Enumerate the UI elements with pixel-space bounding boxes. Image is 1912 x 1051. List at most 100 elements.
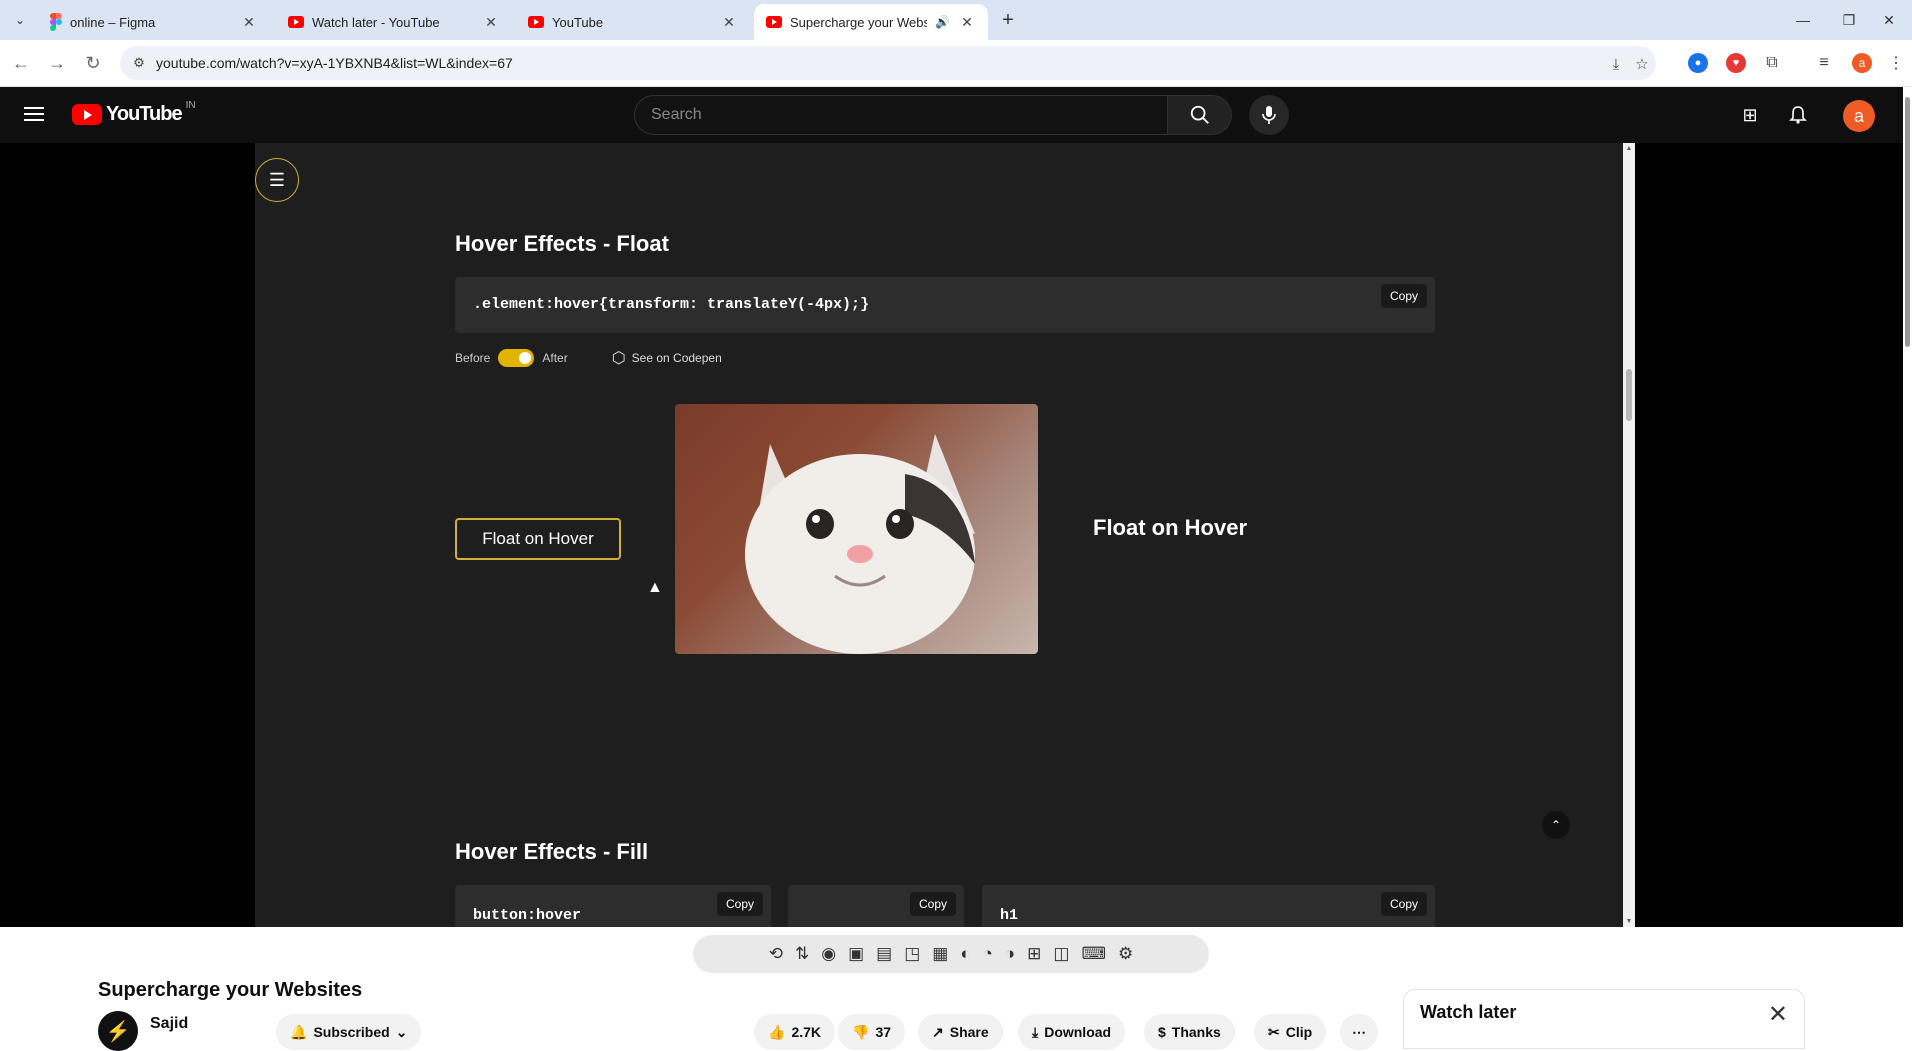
video-frame: ☰ Hover Effects - Float .element:hover{t… bbox=[255, 143, 1635, 927]
cat-image bbox=[675, 404, 1038, 654]
tab-title: online – Figma bbox=[70, 14, 156, 30]
copy-button: Copy bbox=[1380, 284, 1427, 308]
color-icon[interactable]: ◑ bbox=[1005, 944, 1015, 964]
download-button[interactable]: ⤓ Download bbox=[1018, 1014, 1126, 1050]
copy-button: Copy bbox=[716, 892, 763, 916]
forward-icon[interactable]: → bbox=[44, 50, 70, 76]
fill-code-block-3: h1 Copy bbox=[982, 885, 1435, 927]
extensions-puzzle-icon[interactable]: ⧉ bbox=[1762, 53, 1782, 73]
audio-broadcast-icon[interactable]: ◉ bbox=[821, 944, 836, 964]
guide-menu-icon[interactable] bbox=[22, 103, 46, 127]
page-scrollbar-thumb[interactable] bbox=[1905, 97, 1910, 347]
voice-search-button[interactable] bbox=[1249, 95, 1289, 135]
logo-text: YouTube bbox=[106, 103, 183, 125]
tab-title: Supercharge your Websites bbox=[790, 14, 928, 30]
close-icon[interactable]: ✕ bbox=[720, 14, 738, 31]
site-menu-icon: ☰ bbox=[255, 158, 299, 202]
shield-extension-icon[interactable]: ♥ bbox=[1726, 53, 1746, 73]
keyboard-icon[interactable]: ⌨ bbox=[1081, 944, 1106, 964]
subscribed-button[interactable]: 🔔 Subscribed ⌄ bbox=[276, 1014, 422, 1050]
search-input[interactable] bbox=[634, 95, 1168, 135]
reload-icon[interactable]: ↻ bbox=[80, 50, 106, 76]
site-info-icon[interactable]: ⚙ bbox=[130, 54, 148, 72]
like-button[interactable]: 👍 2.7K bbox=[754, 1014, 836, 1050]
tab-search-icon[interactable]: ⌄ bbox=[8, 8, 32, 32]
install-icon[interactable]: ⤓ bbox=[1606, 54, 1626, 74]
youtube-masthead: YouTube IN ⊞ a bbox=[0, 87, 1912, 143]
browser-menu-icon[interactable]: ⋮ bbox=[1886, 53, 1906, 73]
screenshot-camera-icon[interactable]: ◫ bbox=[1053, 944, 1069, 964]
tab-watch-later[interactable]: Watch later - YouTube ✕ bbox=[276, 4, 512, 40]
picture-in-picture-icon[interactable]: ▣ bbox=[848, 944, 864, 964]
tab-title: YouTube bbox=[552, 14, 604, 30]
speed-sort-icon[interactable]: ⇅ bbox=[795, 944, 809, 964]
youtube-logo[interactable]: YouTube IN bbox=[72, 100, 196, 126]
browser-tab-strip: ⌄ online – Figma ✕ Watch later - YouTube… bbox=[0, 0, 1912, 40]
inner-scrollbar-thumb bbox=[1626, 369, 1632, 421]
back-icon[interactable]: ← bbox=[8, 50, 34, 76]
scroll-to-top-icon: ⌃ bbox=[1542, 811, 1570, 839]
settings-gear-icon[interactable]: ⚙ bbox=[1118, 944, 1133, 964]
country-code: IN bbox=[185, 100, 196, 111]
mouse-cursor-icon: ▲ bbox=[647, 579, 663, 596]
filter-icon[interactable]: ◐ bbox=[960, 944, 970, 964]
search-box bbox=[634, 95, 1232, 135]
video-player[interactable]: ☰ Hover Effects - Float .element:hover{t… bbox=[0, 143, 1903, 927]
search-button[interactable] bbox=[1168, 95, 1232, 135]
minimize-icon[interactable]: — bbox=[1780, 8, 1826, 32]
dislike-button[interactable]: 👎 37 bbox=[838, 1014, 906, 1050]
bookmark-star-icon[interactable]: ☆ bbox=[1632, 54, 1652, 74]
code-text: h1 bbox=[1000, 907, 1019, 924]
address-bar[interactable]: ⚙ youtube.com/watch?v=xyA-1YBXNB4&list=W… bbox=[120, 46, 1656, 80]
search-icon bbox=[1190, 105, 1209, 124]
profile-avatar[interactable]: a bbox=[1852, 53, 1872, 73]
float-code-block: .element:hover{transform: translateY(-4p… bbox=[455, 277, 1435, 333]
youtube-icon bbox=[528, 16, 544, 28]
download-label: Download bbox=[1044, 1024, 1112, 1040]
loop-icon[interactable]: ⟲ bbox=[769, 944, 783, 964]
create-video-icon[interactable]: ⊞ bbox=[1738, 103, 1762, 127]
code-text: button:hover bbox=[473, 907, 582, 924]
page-scrollbar[interactable] bbox=[1903, 87, 1912, 927]
notifications-bell-icon[interactable] bbox=[1786, 103, 1810, 127]
close-icon[interactable]: ✕ bbox=[482, 14, 500, 31]
speaker-icon[interactable]: 🔊 bbox=[935, 15, 950, 29]
media-control-icon[interactable]: ≡ bbox=[1814, 53, 1834, 73]
channel-avatar[interactable]: ⚡ bbox=[98, 1011, 138, 1051]
thanks-label: Thanks bbox=[1171, 1024, 1221, 1040]
add-frame-icon[interactable]: ⊞ bbox=[1027, 944, 1041, 964]
tab-supercharge[interactable]: Supercharge your Websites 🔊 ✕ bbox=[754, 4, 988, 40]
share-icon: ↗ bbox=[932, 1023, 944, 1040]
clip-button[interactable]: ✂ Clip bbox=[1254, 1014, 1327, 1050]
close-icon[interactable]: ✕ bbox=[240, 14, 258, 31]
share-button[interactable]: ↗ Share bbox=[918, 1014, 1003, 1050]
after-label: After bbox=[542, 351, 568, 365]
playlist-title[interactable]: Watch later bbox=[1420, 1002, 1516, 1023]
resize-icon[interactable]: ◳ bbox=[904, 944, 920, 964]
youtube-icon bbox=[766, 16, 782, 28]
channel-name[interactable]: Sajid bbox=[150, 1015, 188, 1033]
before-after-toggle bbox=[498, 349, 535, 367]
extension-icon[interactable]: ● bbox=[1688, 53, 1708, 73]
thanks-button[interactable]: $ Thanks bbox=[1144, 1014, 1235, 1050]
microphone-icon bbox=[1262, 106, 1276, 124]
close-window-icon[interactable]: ✕ bbox=[1866, 8, 1912, 32]
thanks-icon: $ bbox=[1158, 1024, 1166, 1040]
more-icon: ⋯ bbox=[1352, 1023, 1366, 1040]
tab-title: Watch later - YouTube bbox=[312, 14, 440, 30]
copy-button: Copy bbox=[909, 892, 956, 916]
browser-toolbar: ← → ↻ ⚙ youtube.com/watch?v=xyA-1YBXNB4&… bbox=[0, 40, 1912, 87]
close-icon[interactable]: ✕ bbox=[1768, 1000, 1788, 1029]
float-on-hover-button: Float on Hover bbox=[455, 518, 621, 560]
close-icon[interactable]: ✕ bbox=[958, 14, 976, 31]
cinema-icon[interactable]: ▦ bbox=[932, 944, 948, 964]
codepen-icon: ⬡ bbox=[611, 350, 626, 367]
new-tab-icon[interactable]: + bbox=[996, 8, 1020, 32]
tab-figma[interactable]: online – Figma ✕ bbox=[38, 4, 270, 40]
theater-icon[interactable]: ▤ bbox=[876, 944, 892, 964]
speedometer-icon[interactable]: ◔ bbox=[983, 944, 993, 964]
player-extension-toolbar: ⟲ ⇅ ◉ ▣ ▤ ◳ ▦ ◐ ◔ ◑ ⊞ ◫ ⌨ ⚙ bbox=[693, 935, 1209, 973]
account-avatar[interactable]: a bbox=[1843, 100, 1875, 132]
tab-youtube[interactable]: YouTube ✕ bbox=[516, 4, 750, 40]
more-actions-button[interactable]: ⋯ bbox=[1340, 1014, 1378, 1050]
